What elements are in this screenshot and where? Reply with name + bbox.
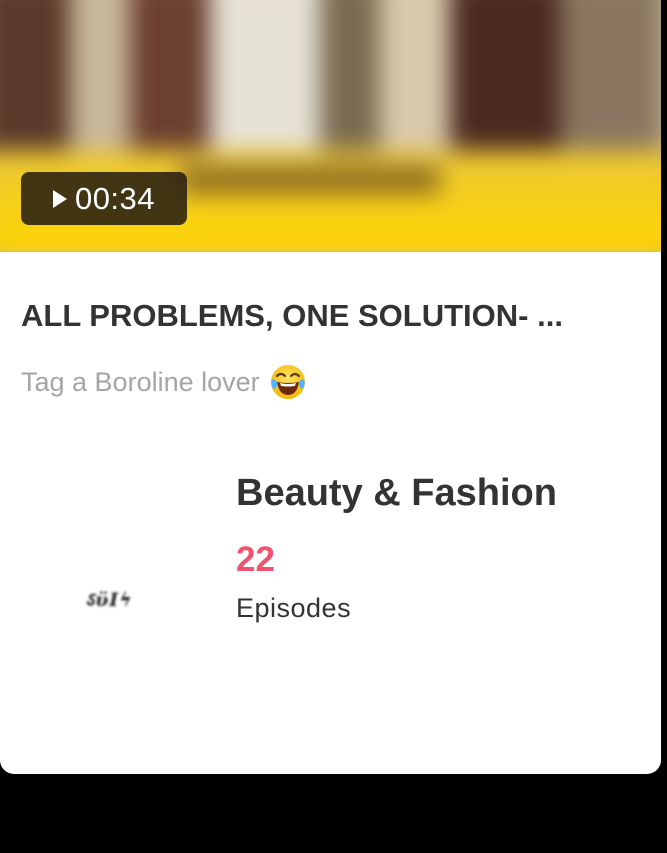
video-thumbnail[interactable]: 00:34 <box>0 0 661 252</box>
episode-card[interactable]: 00:34 ALL PROBLEMS, ONE SOLUTION- ... Ta… <box>0 0 661 774</box>
duration-text: 00:34 <box>74 180 156 216</box>
episode-label: Episodes <box>236 593 352 623</box>
channel-logo[interactable]: ऽϋΙϟ <box>36 566 182 632</box>
channel-category[interactable]: Beauty & Fashion <box>236 472 557 515</box>
play-icon <box>52 189 67 208</box>
episode-count: 22 <box>236 540 275 579</box>
duration-badge: 00:34 <box>21 172 187 225</box>
post-title[interactable]: ALL PROBLEMS, ONE SOLUTION- ... <box>21 298 563 334</box>
face-with-tears-of-joy-icon <box>270 365 305 399</box>
caption-text: Tag a Boroline lover <box>21 366 260 397</box>
post-caption: Tag a Boroline lover <box>21 362 308 402</box>
